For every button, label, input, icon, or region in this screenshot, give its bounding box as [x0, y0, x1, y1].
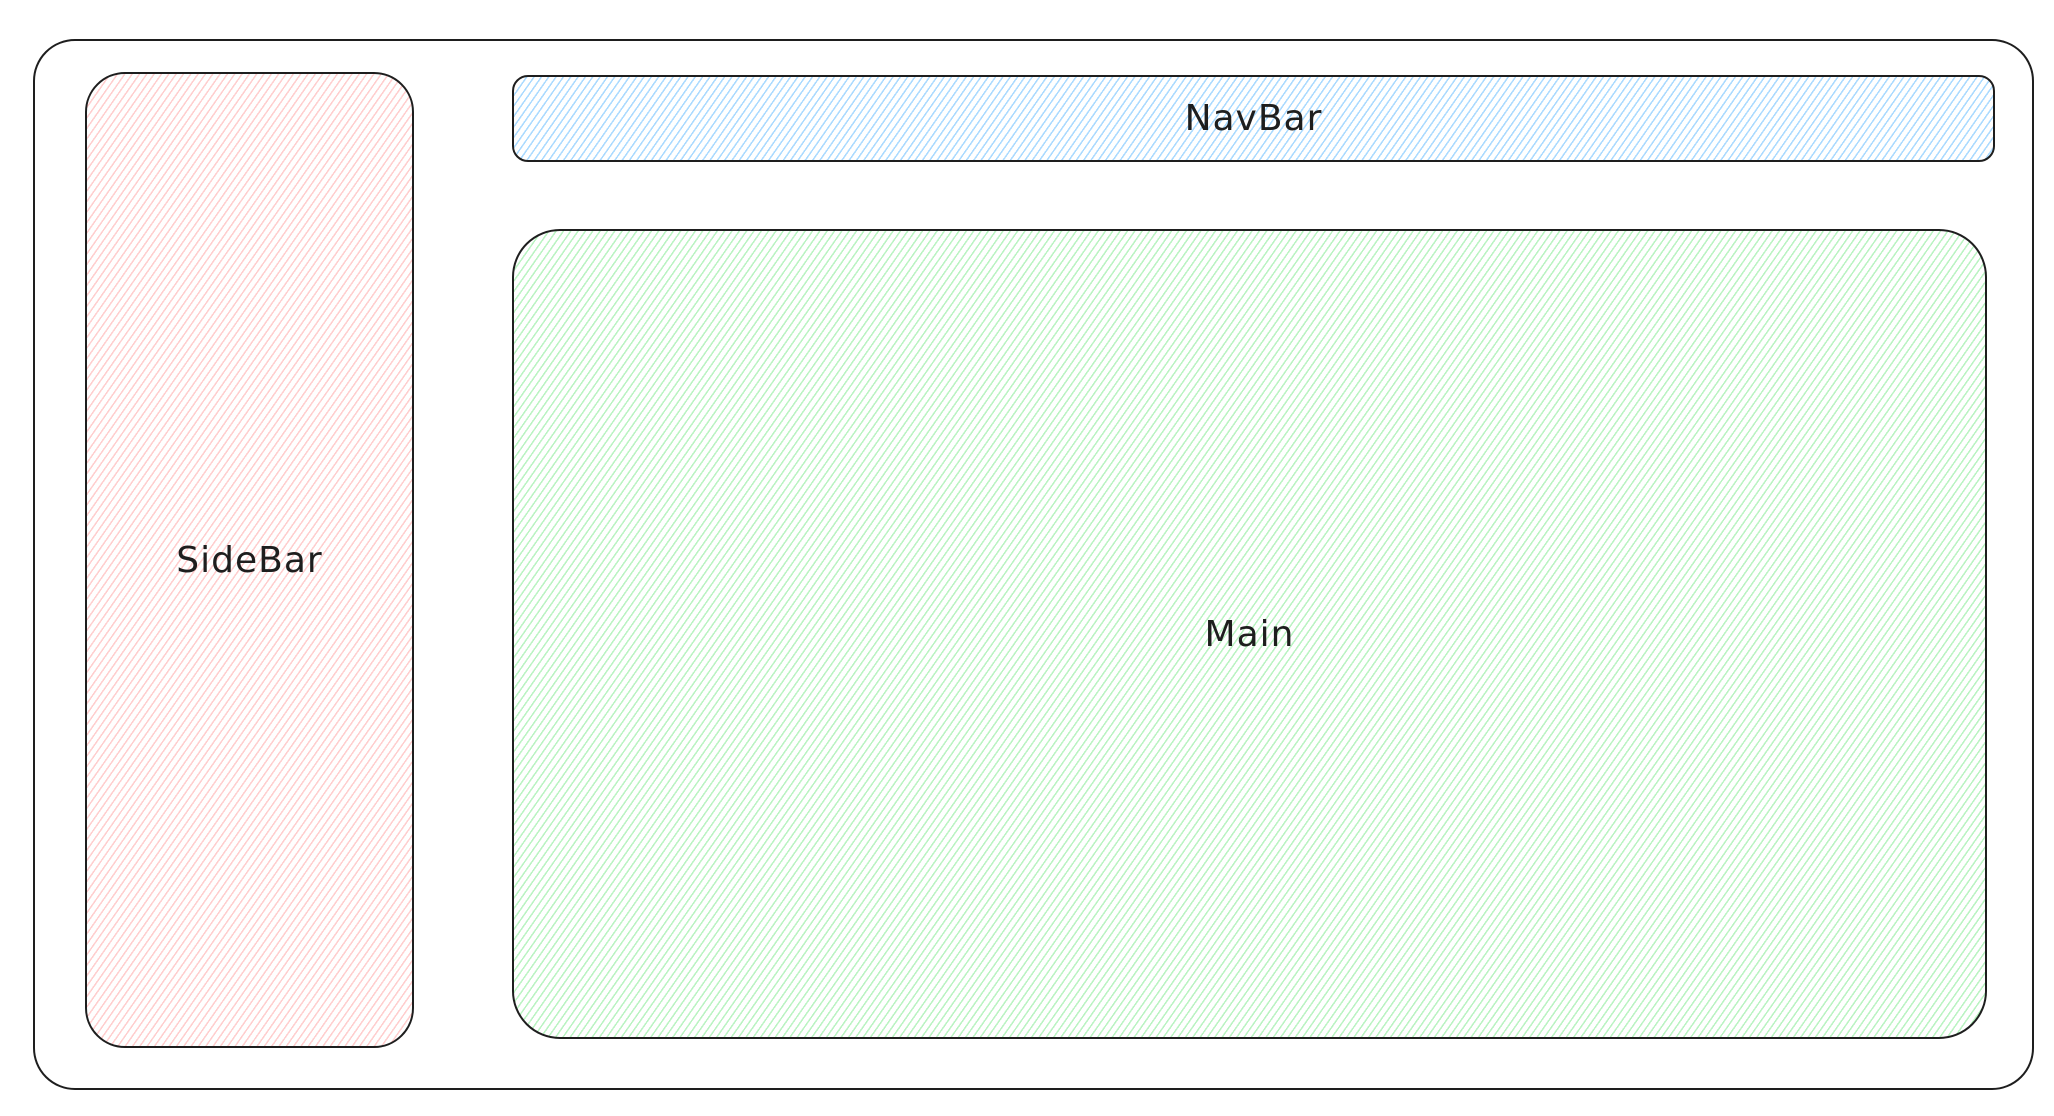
main-label: Main [1204, 613, 1295, 655]
sidebar-label: SideBar [176, 539, 323, 581]
sidebar-region: SideBar [85, 72, 414, 1048]
main-region: Main [512, 229, 1987, 1039]
navbar-region: NavBar [512, 75, 1995, 162]
navbar-label: NavBar [1184, 98, 1323, 139]
